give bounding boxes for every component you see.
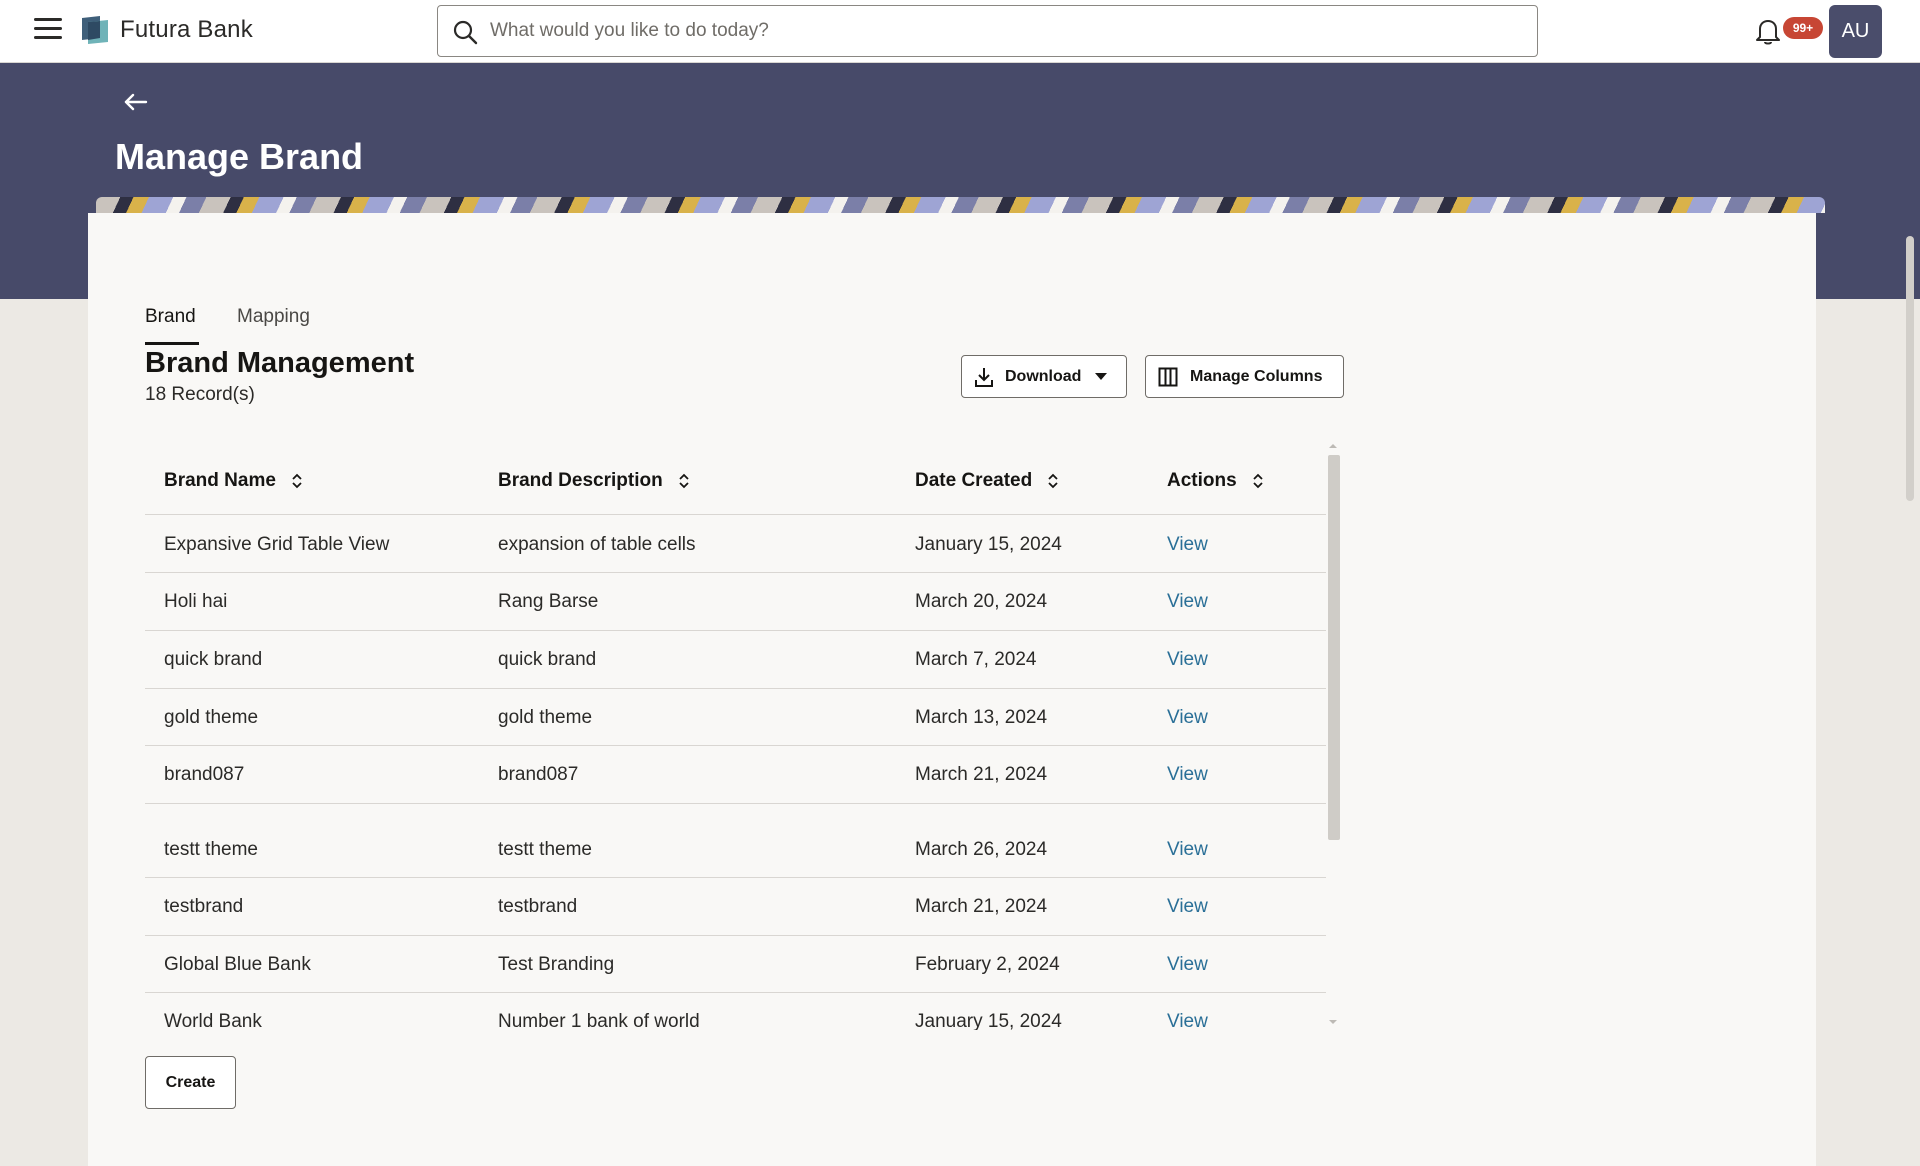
brand-name-cell: Expansive Grid Table View (164, 534, 390, 555)
download-icon (975, 367, 993, 387)
table-row: testbrand testbrand March 21, 2024 View (145, 878, 1326, 936)
banner-pattern (96, 197, 1825, 213)
bank-logo-icon (82, 16, 108, 44)
brand-description-cell: Rang Barse (498, 591, 599, 612)
brand-name-cell: gold theme (164, 707, 259, 728)
table-row: gold theme gold theme March 13, 2024 Vie… (145, 689, 1326, 746)
bell-icon[interactable] (1754, 16, 1782, 46)
manage-columns-button[interactable]: Manage Columns (1145, 355, 1344, 398)
brand-description-cell: testbrand (498, 896, 578, 917)
page-scrollbar[interactable] (1906, 236, 1914, 501)
view-link[interactable]: View (1167, 896, 1208, 918)
tab-brand[interactable]: Brand (145, 306, 199, 345)
brand-description-cell: Test Branding (498, 954, 615, 975)
search-input[interactable] (490, 14, 1520, 48)
sort-icon (1048, 473, 1058, 489)
table-row: Expansive Grid Table View expansion of t… (145, 515, 1326, 573)
brand-description-cell: gold theme (498, 707, 593, 728)
app-name[interactable]: Futura Bank (120, 16, 253, 44)
view-link[interactable]: View (1167, 954, 1208, 976)
column-header-actions[interactable]: Actions (1167, 470, 1265, 492)
brand-name-cell: testbrand (164, 896, 244, 917)
table-row: testt theme testt theme March 26, 2024 V… (145, 804, 1326, 878)
column-header-brand-name[interactable]: Brand Name (164, 470, 304, 492)
sort-icon (679, 473, 689, 489)
date-created-cell: January 15, 2024 (915, 534, 1062, 555)
notification-badge[interactable]: 99+ (1783, 17, 1823, 39)
column-header-label: Brand Name (164, 470, 276, 491)
view-link[interactable]: View (1167, 764, 1208, 786)
table-row: World Bank Number 1 bank of world Januar… (145, 993, 1326, 1030)
record-count: 18 Record(s) (145, 384, 255, 405)
download-button[interactable]: Download (961, 355, 1127, 398)
brand-description-cell: brand087 (498, 764, 579, 785)
search-icon (453, 20, 478, 45)
brand-description-cell: quick brand (498, 649, 597, 670)
view-link[interactable]: View (1167, 591, 1208, 613)
scroll-down-icon[interactable] (1329, 1020, 1337, 1024)
view-link[interactable]: View (1167, 649, 1208, 671)
table-row: quick brand quick brand March 7, 2024 Vi… (145, 631, 1326, 689)
brand-name-cell: testt theme (164, 839, 258, 860)
column-header-date-created[interactable]: Date Created (915, 470, 1060, 492)
view-link[interactable]: View (1167, 1011, 1208, 1030)
brand-name-cell: Global Blue Bank (164, 954, 311, 975)
table-row: Global Blue Bank Test Branding February … (145, 936, 1326, 993)
column-header-label: Date Created (915, 470, 1033, 491)
columns-icon (1158, 367, 1178, 386)
chevron-down-icon (1095, 373, 1108, 380)
column-header-brand-description[interactable]: Brand Description (498, 470, 691, 492)
brand-description-cell: Number 1 bank of world (498, 1011, 700, 1030)
search-bar[interactable] (437, 5, 1538, 57)
view-link[interactable]: View (1167, 707, 1208, 729)
content-card: Brand Mapping Brand Management 18 Record… (88, 213, 1816, 1166)
table-scrollbar[interactable] (1328, 455, 1340, 840)
table-row: brand087 brand087 March 21, 2024 View (145, 746, 1326, 804)
download-label: Download (1005, 367, 1082, 385)
background-texture-left (0, 299, 88, 1166)
hamburger-icon[interactable] (34, 18, 62, 44)
view-link[interactable]: View (1167, 534, 1208, 556)
brand-name-cell: Holi hai (164, 591, 228, 612)
table-header: Brand Name Brand Description Date Create… (145, 448, 1326, 515)
date-created-cell: March 7, 2024 (915, 649, 1037, 670)
date-created-cell: January 15, 2024 (915, 1011, 1062, 1030)
arrow-left-icon[interactable] (122, 90, 150, 114)
view-link[interactable]: View (1167, 839, 1208, 861)
create-button[interactable]: Create (145, 1056, 236, 1109)
brand-table: Brand Name Brand Description Date Create… (145, 448, 1326, 1030)
brand-name-cell: brand087 (164, 764, 245, 785)
top-header: Futura Bank 99+ AU (0, 0, 1920, 63)
date-created-cell: March 26, 2024 (915, 839, 1048, 860)
scroll-up-icon[interactable] (1329, 444, 1337, 448)
background-texture-right (1815, 299, 1920, 1166)
section-title: Brand Management (145, 347, 415, 379)
date-created-cell: March 21, 2024 (915, 896, 1048, 917)
brand-description-cell: testt theme (498, 839, 592, 860)
brand-name-cell: World Bank (164, 1011, 262, 1030)
sort-icon (292, 473, 302, 489)
column-header-label: Actions (1167, 470, 1237, 491)
column-header-label: Brand Description (498, 470, 663, 491)
sort-icon (1253, 473, 1263, 489)
date-created-cell: March 13, 2024 (915, 707, 1048, 728)
table-row: Holi hai Rang Barse March 20, 2024 View (145, 573, 1326, 631)
manage-columns-label: Manage Columns (1190, 367, 1323, 385)
avatar[interactable]: AU (1829, 5, 1882, 58)
page-title: Manage Brand (115, 136, 364, 177)
tab-mapping[interactable]: Mapping (237, 306, 310, 328)
date-created-cell: March 21, 2024 (915, 764, 1048, 785)
date-created-cell: February 2, 2024 (915, 954, 1060, 975)
date-created-cell: March 20, 2024 (915, 591, 1048, 612)
brand-name-cell: quick brand (164, 649, 263, 670)
brand-description-cell: expansion of table cells (498, 534, 696, 555)
